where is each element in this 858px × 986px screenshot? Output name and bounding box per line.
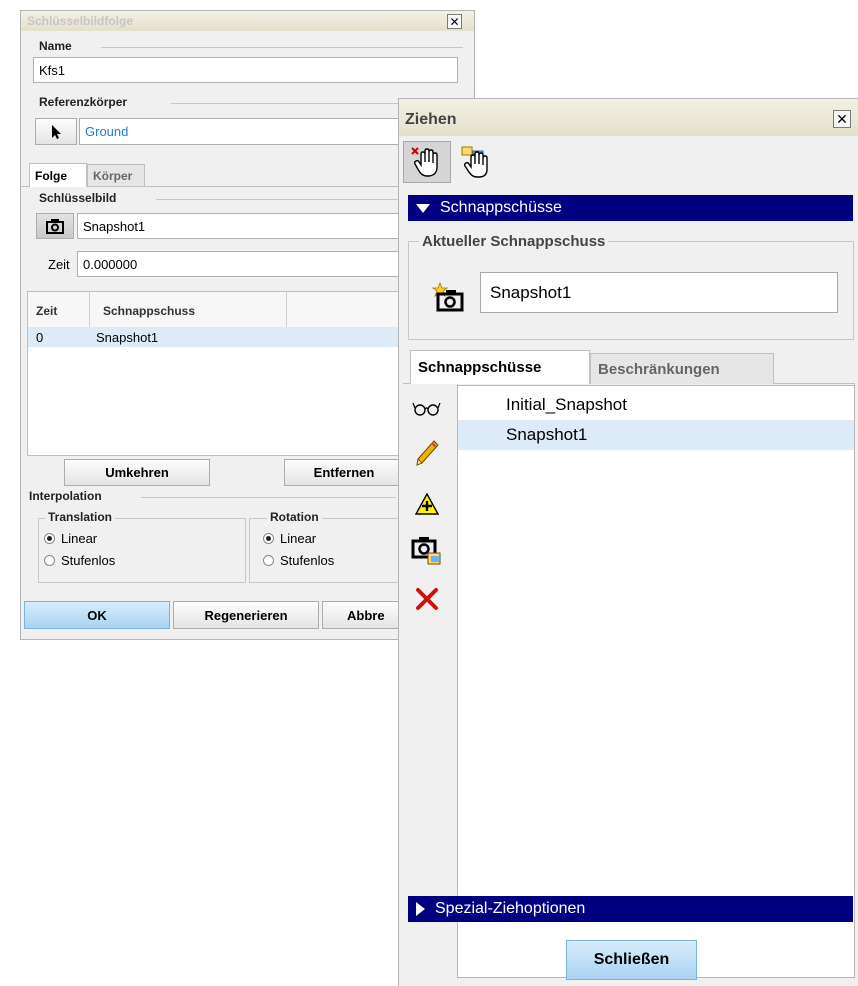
keyframe-select-value: Snapshot1 xyxy=(83,218,146,234)
section-title: Schnappschüsse xyxy=(440,199,562,216)
list-item-label: Initial_Snapshot xyxy=(506,395,627,414)
dialog-title: Ziehen xyxy=(405,111,457,128)
snapshots-section-header[interactable]: Schnappschüsse xyxy=(408,195,853,221)
rotation-group xyxy=(249,518,409,583)
option-label: Linear xyxy=(61,531,98,546)
delete-snapshot-button[interactable] xyxy=(411,583,443,615)
column-header-snapshot[interactable]: Schnappschuss xyxy=(103,304,195,318)
tab-label: Körper xyxy=(93,168,133,183)
option-label: Stufenlos xyxy=(61,553,116,568)
view-snapshot-button[interactable] xyxy=(411,395,443,421)
delete-x-icon xyxy=(416,588,438,610)
option-label: Linear xyxy=(280,531,317,546)
tab-constraints[interactable]: Beschränkungen xyxy=(590,353,774,384)
radio-button[interactable] xyxy=(263,555,274,566)
add-constraint-button[interactable] xyxy=(411,489,443,519)
group-border xyxy=(141,497,396,498)
hand-box-icon xyxy=(461,146,488,178)
keyframe-group-title: Schlüsselbild xyxy=(36,191,120,205)
title-bar: Schlüsselbildfolge ✕ xyxy=(21,11,474,31)
current-snapshot-input[interactable]: Snapshot1 xyxy=(480,272,838,313)
regenerate-button[interactable]: Regenerieren xyxy=(173,601,319,629)
dialog-title: Schlüsselbildfolge xyxy=(27,14,134,28)
group-border xyxy=(101,47,463,48)
reference-group-title: Referenzkörper xyxy=(36,95,131,109)
tab-snapshots[interactable]: Schnappschüsse xyxy=(410,350,590,384)
close-dialog-button[interactable]: Schließen xyxy=(566,940,697,980)
rotation-linear-option[interactable]: Linear xyxy=(263,531,316,546)
translation-group xyxy=(38,518,246,583)
drag-point-tool-button[interactable] xyxy=(403,141,451,183)
camera-snapshot-icon xyxy=(411,537,441,565)
radio-button[interactable] xyxy=(44,533,55,544)
rotation-smooth-option[interactable]: Stufenlos xyxy=(263,553,334,568)
current-snapshot-group-title: Aktueller Schnappschuss xyxy=(419,233,609,250)
camera-icon xyxy=(46,219,64,234)
list-item-label: Snapshot1 xyxy=(506,425,588,444)
column-divider xyxy=(286,292,287,327)
time-label: Zeit xyxy=(48,257,70,272)
snapshot-list: Initial_Snapshot Snapshot1 xyxy=(457,385,855,978)
tab-folge[interactable]: Folge xyxy=(29,163,87,187)
title-bar: Ziehen ✕ xyxy=(399,99,858,136)
rotation-group-title: Rotation xyxy=(267,510,322,524)
name-input[interactable]: Kfs1 xyxy=(33,57,458,83)
triangle-down-icon xyxy=(416,203,430,213)
close-button[interactable]: ✕ xyxy=(447,14,462,29)
section-title: Spezial-Ziehoptionen xyxy=(435,900,586,917)
tab-koerper[interactable]: Körper xyxy=(87,164,145,186)
close-icon: ✕ xyxy=(449,14,460,29)
radio-button[interactable] xyxy=(44,555,55,566)
keyframe-select[interactable]: Snapshot1 ▼ xyxy=(77,213,418,239)
time-input[interactable]: 0.000000 xyxy=(77,251,407,277)
hand-drag-icon xyxy=(411,147,438,177)
close-button[interactable]: ✕ xyxy=(833,110,851,128)
special-drag-options-header[interactable]: Spezial-Ziehoptionen xyxy=(408,896,853,922)
table-row[interactable]: 0 Snapshot1 xyxy=(28,327,406,347)
cursor-arrow-icon xyxy=(52,124,61,139)
new-snapshot-button[interactable] xyxy=(429,279,469,315)
row-snapshot: Snapshot1 xyxy=(96,330,159,345)
translation-group-title: Translation xyxy=(45,510,116,524)
reverse-button[interactable]: Umkehren xyxy=(64,459,210,486)
camera-copy-button[interactable] xyxy=(409,533,445,567)
list-item[interactable]: Initial_Snapshot xyxy=(458,388,854,420)
reference-input[interactable]: Ground xyxy=(79,118,401,145)
snapshot-camera-button[interactable] xyxy=(36,213,74,239)
ok-button[interactable]: OK xyxy=(24,601,170,629)
interpolation-group-title: Interpolation xyxy=(26,489,105,503)
drag-body-tool-button[interactable] xyxy=(455,141,499,183)
table-header: Zeit Schnappschuss xyxy=(28,292,406,328)
select-reference-button[interactable] xyxy=(35,118,77,145)
keyframe-table: Zeit Schnappschuss 0 Snapshot1 xyxy=(27,291,407,456)
glasses-icon xyxy=(412,402,441,416)
remove-button[interactable]: Entfernen xyxy=(284,459,404,486)
column-divider xyxy=(89,292,90,327)
translation-linear-option[interactable]: Linear xyxy=(44,531,97,546)
drag-dialog: Ziehen ✕ Schnappschüsse Aktueller Schnap… xyxy=(398,98,858,986)
tab-label: Folge xyxy=(35,168,67,183)
option-label: Stufenlos xyxy=(280,553,335,568)
close-icon: ✕ xyxy=(836,111,848,127)
warning-plus-icon xyxy=(415,493,439,515)
name-group-title: Name xyxy=(36,39,75,53)
column-header-time[interactable]: Zeit xyxy=(36,304,57,318)
pencil-icon xyxy=(416,440,439,466)
radio-button[interactable] xyxy=(263,533,274,544)
triangle-right-icon xyxy=(416,902,425,916)
tab-label: Beschränkungen xyxy=(598,360,720,378)
row-time: 0 xyxy=(36,330,44,345)
camera-star-icon xyxy=(432,282,464,312)
tab-label: Schnappschüsse xyxy=(418,359,542,376)
translation-smooth-option[interactable]: Stufenlos xyxy=(44,553,115,568)
edit-snapshot-button[interactable] xyxy=(411,437,443,469)
list-item[interactable]: Snapshot1 xyxy=(458,420,854,450)
